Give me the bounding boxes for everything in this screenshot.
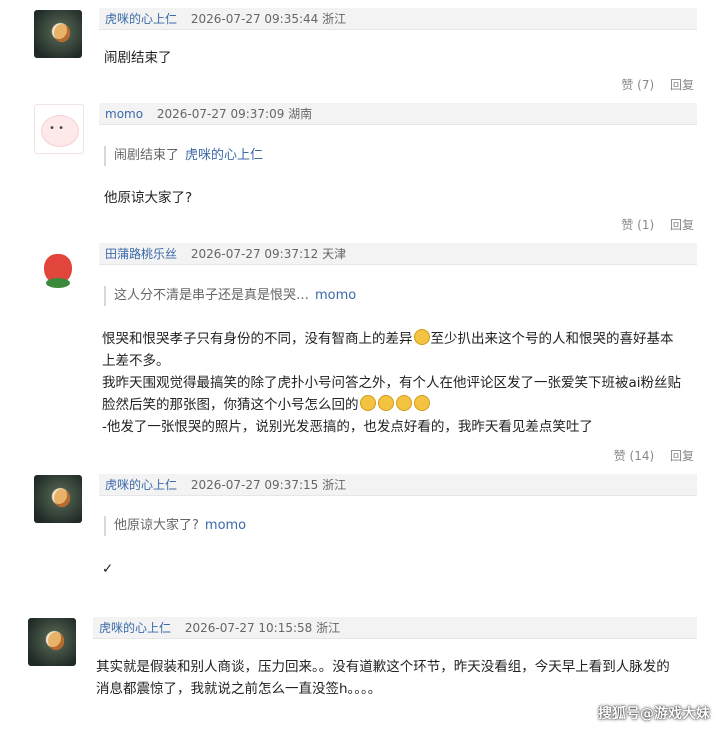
comment-text: 闹剧结束了: [104, 50, 172, 66]
username[interactable]: 田蒲路桃乐丝: [105, 247, 177, 261]
quote-author[interactable]: 虎咪的心上仁: [185, 148, 263, 163]
reply-button[interactable]: 回复: [670, 218, 694, 232]
quoted-comment: 闹剧结束了 虎咪的心上仁: [104, 146, 263, 166]
text-line: 上差不多。: [102, 353, 170, 369]
avatar[interactable]: [28, 618, 76, 666]
comment-text: ✓: [102, 561, 114, 577]
username[interactable]: momo: [105, 107, 143, 121]
comment-text-block: 恨哭和恨哭孝子只有身份的不同，没有智商上的差异 至少扒出来这个号的人和恨哭的喜好基…: [102, 328, 702, 438]
comment-text: 他原谅大家了?: [104, 190, 193, 206]
comment-text-block: 其实就是假装和别人商谈，压力回来。。没有道歉这个环节，昨天没看组，今天早上看到人…: [96, 656, 706, 700]
text-segment: 恨哭和恨哭孝子只有身份的不同，没有智商上的差异: [102, 331, 413, 347]
laugh-emoji-icon: [395, 395, 412, 411]
comment-meta: 2026-07-27 09:37:15 浙江: [190, 478, 347, 492]
grin-emoji-icon: [413, 329, 430, 345]
username[interactable]: 虎咪的心上仁: [105, 12, 177, 26]
laugh-emoji-icon: [377, 395, 394, 411]
like-button[interactable]: 赞 (1): [621, 218, 654, 232]
quoted-comment: 他原谅大家了? momo: [104, 516, 246, 536]
comment-header: 虎咪的心上仁 2026-07-27 10:15:58 浙江: [93, 617, 697, 639]
watermark: 搜狐号@游戏大妹: [598, 706, 710, 722]
quote-author[interactable]: momo: [315, 288, 356, 303]
text-line: 消息都震惊了，我就说之前怎么一直没签h。。。。: [96, 681, 382, 697]
avatar[interactable]: [34, 104, 84, 154]
quoted-comment: 这人分不清是串子还是真是恨哭… momo: [104, 286, 356, 306]
comment-actions: 赞 (7) 回复: [609, 76, 694, 93]
reply-button[interactable]: 回复: [670, 449, 694, 463]
text-line: 恨哭和恨哭孝子只有身份的不同，没有智商上的差异 至少扒出来这个号的人和恨哭的喜好基…: [102, 328, 702, 350]
comment-header: 田蒲路桃乐丝 2026-07-27 09:37:12 天津: [99, 243, 697, 265]
text-line: 其实就是假装和别人商谈，压力回来。。没有道歉这个环节，昨天没看组，今天早上看到人…: [96, 659, 670, 675]
laugh-emoji-icon: [359, 395, 376, 411]
quote-text: 他原谅大家了?: [114, 518, 199, 533]
text-line: 脸然后笑的那张图，你猜这个小号怎么回的: [102, 394, 702, 416]
comment-header: momo 2026-07-27 09:37:09 湖南: [99, 103, 697, 125]
comment-header: 虎咪的心上仁 2026-07-27 09:37:15 浙江: [99, 474, 697, 496]
username[interactable]: 虎咪的心上仁: [99, 621, 171, 635]
comment-meta: 2026-07-27 09:35:44 浙江: [190, 12, 347, 26]
text-segment: 脸然后笑的那张图，你猜这个小号怎么回的: [102, 397, 359, 413]
comment-meta: 2026-07-27 09:37:09 湖南: [156, 107, 313, 121]
text-line: -他发了一张恨哭的照片，说别光发恶搞的，也发点好看的，我昨天看见差点笑吐了: [102, 419, 593, 435]
text-segment: 至少扒出来这个号的人和恨哭的喜好基本: [430, 331, 674, 347]
quote-text: 这人分不清是串子还是真是恨哭…: [114, 288, 310, 303]
text-line: 我昨天围观觉得最搞笑的除了虎扑小号问答之外，有个人在他评论区发了一张爱笑下班被a…: [102, 375, 682, 391]
comment-actions: 赞 (14) 回复: [602, 447, 694, 464]
laugh-emoji-icon: [413, 395, 430, 411]
avatar[interactable]: [34, 244, 82, 292]
comment-actions: 赞 (1) 回复: [609, 216, 694, 233]
comment-meta: 2026-07-27 09:37:12 天津: [190, 247, 347, 261]
like-button[interactable]: 赞 (7): [621, 78, 654, 92]
avatar[interactable]: [34, 475, 82, 523]
quote-author[interactable]: momo: [205, 518, 246, 533]
avatar[interactable]: [34, 10, 82, 58]
comment-header: 虎咪的心上仁 2026-07-27 09:35:44 浙江: [99, 8, 697, 30]
reply-button[interactable]: 回复: [670, 78, 694, 92]
quote-text: 闹剧结束了: [114, 148, 180, 163]
comment-meta: 2026-07-27 10:15:58 浙江: [184, 621, 341, 635]
like-button[interactable]: 赞 (14): [614, 449, 654, 463]
username[interactable]: 虎咪的心上仁: [105, 478, 177, 492]
